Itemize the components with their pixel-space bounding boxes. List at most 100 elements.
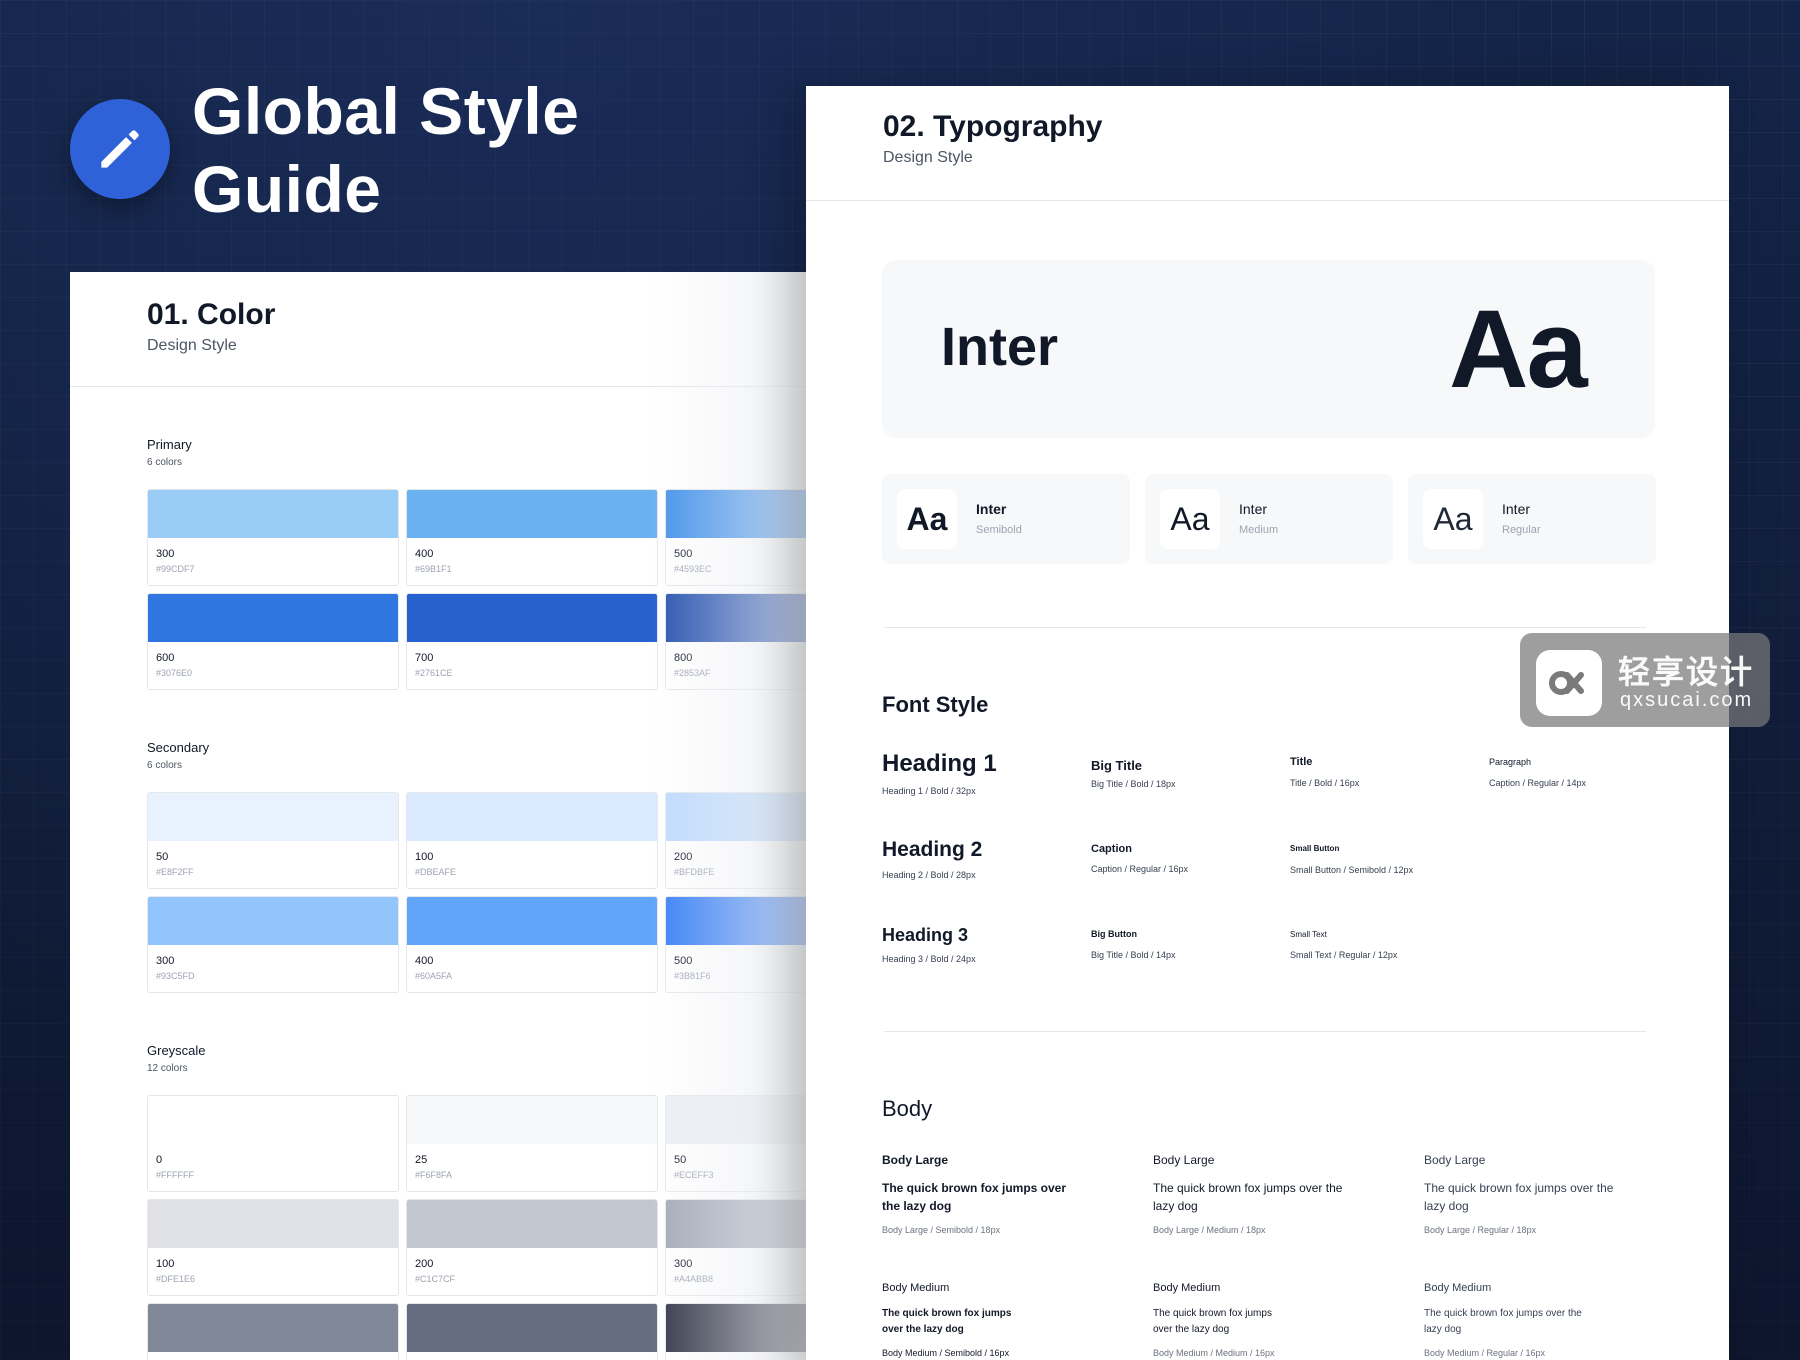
primary-swatch-grid: 300 #99CDF7 400 #69B1F1 500 #4593EC 600 #3076E0… [147, 489, 870, 690]
color-chip [148, 793, 398, 841]
watermark-cn: 轻享设计 [1618, 654, 1755, 690]
body-sample: The quick brown fox jumps over the lazy … [1424, 1308, 1582, 1335]
watermark-logo-icon [1536, 650, 1602, 716]
body-desc: Body Large / Medium / 18px [1153, 1225, 1266, 1235]
weight-name: Medium [1239, 524, 1279, 536]
weight-name: Regular [1502, 524, 1541, 536]
swatch-name: 600 [156, 652, 175, 664]
group-count: 6 colors [147, 457, 183, 468]
weight-card-medium: Aa Inter Medium [1145, 474, 1393, 564]
pencil-icon [101, 130, 139, 168]
swatch-name: 300 [156, 548, 175, 560]
swatch-name: 200 [415, 1258, 434, 1270]
font-style-desc: Title / Bold / 16px [1290, 778, 1360, 788]
group-count: 6 colors [147, 760, 183, 771]
swatch-hex: #69B1F1 [415, 564, 452, 574]
swatch-name: 100 [156, 1258, 175, 1270]
font-style-name: Small Text [1290, 930, 1327, 939]
body-desc: Body Large / Regular / 18px [1424, 1225, 1537, 1235]
typography-panel-header: 02. Typography Design Style [806, 86, 1729, 201]
swatch-hex: #3076E0 [156, 668, 193, 678]
swatch-name: 400 [415, 548, 434, 560]
body-label: Body Medium [882, 1282, 950, 1294]
weight-family: Inter [1239, 501, 1268, 517]
hero-title: Global Style Guide [192, 74, 580, 226]
body-large-medium: Body Large The quick brown fox jumps ove… [1153, 1153, 1353, 1235]
body-medium-medium: Body Medium The quick brown fox jumps ov… [1153, 1282, 1293, 1358]
font-style-name: Title [1290, 756, 1313, 768]
color-chip [407, 1200, 657, 1248]
pencil-badge [70, 99, 170, 199]
font-style-title: Title Title / Bold / 16px [1290, 756, 1359, 788]
font-style-heading-2: Heading 2 Heading 2 / Bold / 28px [882, 838, 982, 880]
color-swatch: 50 #E8F2FF [147, 792, 399, 889]
color-chip [148, 1304, 398, 1352]
color-chip [407, 490, 657, 538]
weight-sample: Aa [1423, 489, 1483, 549]
group-name: Secondary [147, 740, 210, 755]
body-sample: The quick brown fox jumps over the lazy … [1153, 1308, 1272, 1335]
group-greyscale: Greyscale 12 colors [147, 1043, 206, 1074]
body-sample: The quick brown fox jumps over the lazy … [1424, 1181, 1614, 1213]
secondary-swatch-grid: 50 #E8F2FF 100 #DBEAFE 200 #BFDBFE 300 #93C5FD 4… [147, 792, 870, 993]
color-chip [148, 490, 398, 538]
body-medium-regular: Body Medium The quick brown fox jumps ov… [1424, 1282, 1599, 1358]
color-chip [148, 897, 398, 945]
color-chip [407, 1096, 657, 1144]
color-swatch: 700 #2761CE [406, 593, 658, 690]
swatch-name: 0 [156, 1154, 163, 1166]
font-style-desc: Caption / Regular / 14px [1489, 778, 1587, 788]
font-style-name: Heading 1 [882, 750, 997, 777]
body-label: Body Large [1424, 1153, 1486, 1167]
font-style-small-text: Small Text Small Text / Regular / 12px [1290, 930, 1397, 960]
color-swatch: 300 #99CDF7 [147, 489, 399, 586]
font-style-heading-3: Heading 3 Heading 3 / Bold / 24px [882, 925, 976, 964]
color-section-subtitle: Design Style [147, 337, 237, 354]
font-style-desc: Small Text / Regular / 12px [1290, 950, 1398, 960]
font-family-card: Inter Aa [882, 260, 1655, 438]
body-large-regular: Body Large The quick brown fox jumps ove… [1424, 1153, 1624, 1235]
body-sample: The quick brown fox jumps over the lazy … [1153, 1181, 1343, 1213]
font-style-caption: Caption Caption / Regular / 16px [1091, 843, 1188, 874]
color-chip [148, 1096, 398, 1144]
body-desc: Body Medium / Regular / 16px [1424, 1348, 1546, 1358]
color-section-title: 01. Color [147, 298, 276, 331]
color-chip [407, 897, 657, 945]
swatch-hex: #93C5FD [156, 971, 195, 981]
body-sample: The quick brown fox jumps over the lazy … [882, 1181, 1067, 1213]
swatch-name: 700 [415, 652, 434, 664]
color-swatch: 200 #C1C7CF [406, 1199, 658, 1296]
font-style-name: Small Button [1290, 844, 1340, 853]
font-style-heading-1: Heading 1 Heading 1 / Bold / 32px [882, 750, 997, 796]
body-desc: Body Medium / Medium / 16px [1153, 1348, 1275, 1358]
divider [884, 1031, 1646, 1032]
font-family-sample: Aa [1449, 288, 1588, 411]
weight-card-semibold: Aa Inter Semibold [882, 474, 1130, 564]
font-family-name: Inter [941, 317, 1059, 377]
color-swatch [147, 1303, 399, 1360]
font-style-paragraph: Paragraph Caption / Regular / 14px [1489, 757, 1586, 788]
group-name: Greyscale [147, 1043, 206, 1058]
watermark-en: qxsucai.com [1620, 689, 1754, 711]
body-label: Body Large [882, 1153, 949, 1167]
swatch-hex: #C1C7CF [415, 1274, 456, 1284]
color-swatch: 300 #93C5FD [147, 896, 399, 993]
swatch-hex: #99CDF7 [156, 564, 195, 574]
weight-sample: Aa [1160, 489, 1220, 549]
watermark: 轻享设计 qxsucai.com [1520, 633, 1770, 727]
swatch-hex: #60A5FA [415, 971, 453, 981]
swatch-name: 400 [415, 955, 434, 967]
font-style-name: Caption [1091, 843, 1132, 855]
swatch-hex: #E8F2FF [156, 867, 194, 877]
swatch-name: 100 [415, 851, 434, 863]
font-style-name: Big Button [1091, 929, 1137, 939]
body-label: Body Large [1153, 1153, 1215, 1167]
body-title: Body [882, 1096, 933, 1121]
group-secondary: Secondary 6 colors [147, 740, 209, 771]
font-style-desc: Heading 1 / Bold / 32px [882, 786, 976, 796]
weight-card-regular: Aa Inter Regular [1408, 474, 1656, 564]
font-style-name: Heading 3 [882, 925, 969, 945]
font-style-title: Font Style [882, 692, 989, 717]
font-style-desc: Heading 3 / Bold / 24px [882, 954, 976, 964]
font-style-desc: Caption / Regular / 16px [1091, 864, 1189, 874]
